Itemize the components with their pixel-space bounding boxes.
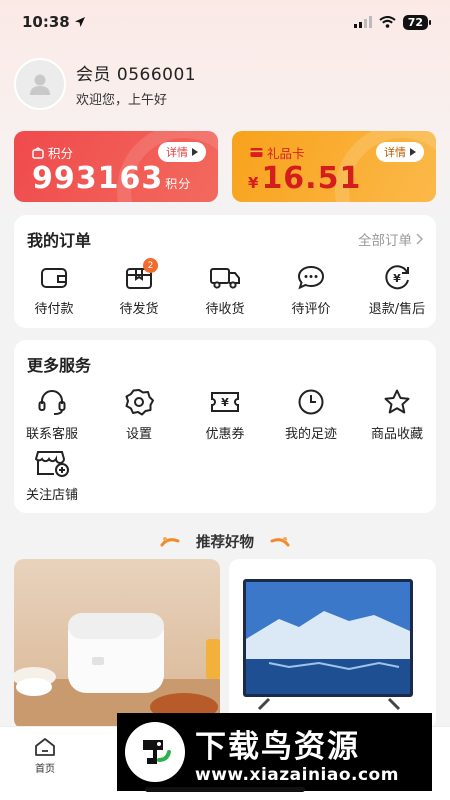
points-icon [32, 146, 44, 159]
product-image [14, 613, 220, 729]
triangle-right-icon [410, 148, 416, 156]
tab-home[interactable]: 首页 [20, 737, 70, 775]
coupon-icon: ¥ [211, 392, 239, 412]
triangle-right-icon [192, 148, 198, 156]
order-status-label: 待收货 [205, 302, 245, 317]
time-text: 10:38 [22, 13, 70, 31]
service-history[interactable]: 我的足迹 [271, 387, 351, 442]
service-customer-support[interactable]: 联系客服 [12, 387, 92, 442]
points-label: 积分 [32, 143, 73, 162]
service-label: 设置 [125, 427, 152, 442]
user-icon [30, 74, 50, 95]
service-label: 我的足迹 [284, 427, 337, 442]
order-status-label: 退款/售后 [368, 302, 426, 317]
order-status-label: 待发货 [119, 302, 159, 317]
decorative-leaf-icon [160, 536, 180, 546]
gear-icon [125, 389, 154, 416]
status-bar: 10:38 72 [0, 0, 450, 44]
chevron-right-icon [416, 233, 423, 245]
points-unit: 积分 [165, 177, 192, 191]
order-status-label: 待付款 [34, 302, 74, 317]
battery-indicator: 72 [402, 14, 432, 30]
watermark-url: www.xiazainiao.com [195, 765, 399, 785]
store-icon [34, 451, 69, 477]
gift-card-detail-button[interactable]: 详情 [376, 142, 424, 162]
greeting-text: 欢迎您，上午好 [76, 93, 168, 108]
product-card-rice-cooker[interactable] [14, 559, 220, 729]
service-settings[interactable]: 设置 [99, 387, 179, 442]
clock-icon [298, 389, 324, 415]
tab-home-label: 首页 [35, 764, 55, 775]
order-refund-aftersale[interactable]: ¥ 退款/售后 [357, 262, 437, 317]
recommend-title-text: 推荐好物 [196, 535, 254, 551]
watermark-banner: 下载鸟资源 www.xiazainiao.com [117, 713, 432, 791]
svg-text:¥: ¥ [393, 272, 401, 285]
service-coupons[interactable]: ¥ 优惠券 [185, 387, 265, 442]
service-label: 优惠券 [205, 427, 245, 442]
location-arrow-icon [74, 17, 85, 27]
order-pending-review[interactable]: 待评价 [271, 262, 351, 317]
home-indicator [145, 787, 305, 792]
avatar[interactable] [14, 58, 66, 110]
recommend-section-title: 推荐好物 [0, 531, 450, 552]
signal-icon [353, 16, 372, 28]
points-detail-button[interactable]: 详情 [158, 142, 206, 162]
svg-text:¥: ¥ [221, 396, 229, 409]
status-time: 10:38 [22, 13, 86, 31]
points-number: 993163 [32, 161, 164, 196]
profile-text: 会员 0566001 欢迎您，上午好 [76, 60, 196, 108]
points-card[interactable]: 积分 详情 993163 积分 [14, 131, 218, 202]
wifi-icon [379, 16, 396, 28]
wallet-icon [41, 268, 67, 288]
gift-card-amount: 16.51 [261, 161, 362, 196]
home-icon [35, 738, 55, 756]
all-orders-label: 全部订单 [358, 233, 412, 249]
service-favorites[interactable]: 商品收藏 [357, 387, 437, 442]
member-name: 会员 0566001 [76, 65, 197, 85]
decorative-leaf-icon [270, 536, 290, 546]
points-value: 993163 积分 [32, 161, 191, 196]
watermark-text: 下载鸟资源 [195, 729, 360, 765]
orders-panel: 我的订单 全部订单 待付款 2 待发货 待收货 待评价 ¥ 退款/售后 [14, 215, 436, 328]
order-pending-payment[interactable]: 待付款 [14, 262, 94, 317]
gift-card-label-text: 礼品卡 [267, 146, 305, 161]
service-label: 关注店铺 [25, 488, 78, 503]
service-label: 商品收藏 [370, 427, 423, 442]
points-label-text: 积分 [48, 146, 74, 161]
product-card-tv[interactable] [229, 559, 436, 729]
currency-symbol: ¥ [248, 174, 260, 192]
truck-icon [210, 268, 240, 289]
refund-icon: ¥ [385, 265, 409, 290]
orders-title: 我的订单 [27, 231, 92, 250]
profile-header[interactable]: 会员 0566001 欢迎您，上午好 [14, 58, 196, 110]
order-pending-shipment[interactable]: 2 待发货 [99, 258, 179, 317]
services-title: 更多服务 [27, 356, 92, 375]
gift-card-value: ¥16.51 [248, 161, 361, 196]
order-pending-receipt[interactable]: 待收货 [185, 262, 265, 317]
gift-card[interactable]: 礼品卡 详情 ¥16.51 [232, 131, 436, 202]
headset-icon [38, 390, 66, 415]
star-icon [384, 389, 410, 414]
order-status-label: 待评价 [291, 302, 331, 317]
gift-card-icon [250, 148, 263, 157]
notification-badge: 2 [143, 258, 158, 273]
gift-card-label: 礼品卡 [250, 143, 305, 162]
comment-icon [297, 265, 325, 290]
points-detail-label: 详情 [166, 146, 188, 159]
services-panel: 更多服务 联系客服 设置 ¥ 优惠券 我的足迹 商品收藏 关注店铺 [14, 340, 436, 513]
gift-card-detail-label: 详情 [384, 146, 406, 159]
all-orders-link[interactable]: 全部订单 [358, 229, 423, 249]
service-followed-stores[interactable]: 关注店铺 [12, 448, 92, 503]
service-label: 联系客服 [25, 427, 78, 442]
bird-logo-icon [125, 722, 185, 782]
product-image [243, 579, 413, 711]
status-icons: 72 [353, 14, 432, 30]
